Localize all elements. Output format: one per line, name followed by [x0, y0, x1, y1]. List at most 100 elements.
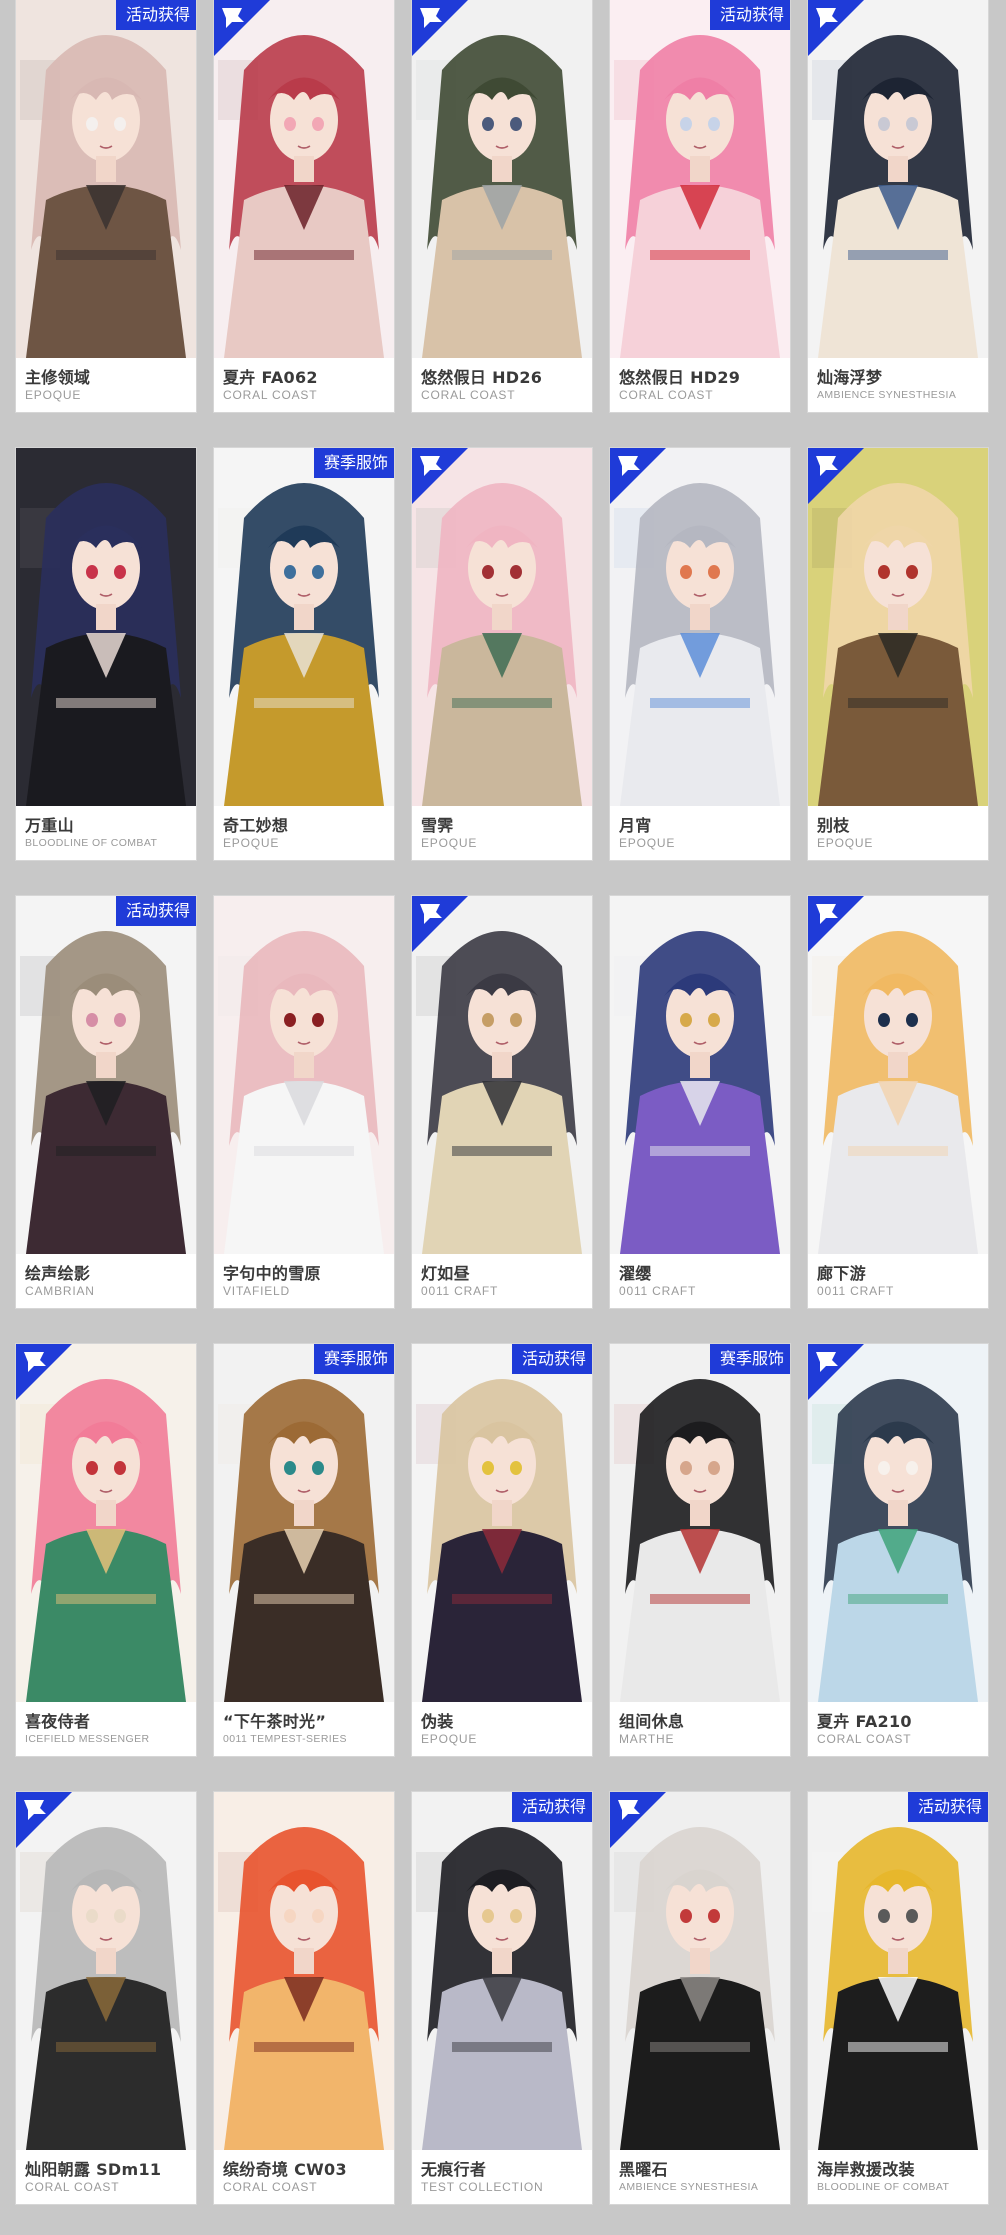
acquisition-badge: 赛季服饰	[709, 1344, 790, 1374]
skin-card[interactable]: 活动获得 绘声绘影 CAMBRIAN	[16, 896, 196, 1308]
skin-card[interactable]: 赛季服饰组间休息 MARTHE	[610, 1344, 790, 1756]
skin-gallery-grid: 活动获得 主修领域 EPOQUE 夏卉 FA062 CORAL COAST 悠然假日 HD…	[0, 0, 1006, 2235]
skin-caption: 组间休息 MARTHE	[610, 1702, 790, 1756]
skin-artwork	[412, 1792, 592, 2150]
skin-card[interactable]: 悠然假日 HD26 CORAL COAST	[412, 0, 592, 412]
skin-artwork	[808, 1792, 988, 2150]
skin-brand: ICEFIELD MESSENGER	[25, 1733, 150, 1745]
skin-name: 缤纷奇境 CW03	[223, 2160, 347, 2179]
skin-card[interactable]: 活动获得 无痕行者 TEST COLLECTION	[412, 1792, 592, 2204]
store-corner-icon	[412, 448, 468, 504]
skin-brand: 0011 CRAFT	[421, 1284, 499, 1298]
skin-name: 字句中的雪原	[223, 1264, 321, 1283]
skin-artwork	[214, 448, 394, 806]
skin-artwork	[610, 896, 790, 1254]
acquisition-badge: 活动获得	[511, 1344, 592, 1374]
skin-card[interactable]: 赛季服饰 奇工妙想 EPOQUE	[214, 448, 394, 860]
skin-caption: 月宵 EPOQUE	[610, 806, 790, 860]
skin-brand: EPOQUE	[421, 1732, 478, 1746]
skin-caption: 悠然假日 HD29 CORAL COAST	[610, 358, 790, 412]
skin-caption: 缤纷奇境 CW03 CORAL COAST	[214, 2150, 394, 2204]
skin-artwork	[214, 1792, 394, 2150]
skin-card[interactable]: 喜夜侍者 ICEFIELD MESSENGER	[16, 1344, 196, 1756]
store-corner-icon	[412, 0, 468, 56]
skin-caption: 字句中的雪原 VITAFIELD	[214, 1254, 394, 1308]
skin-caption: 伪装 EPOQUE	[412, 1702, 592, 1756]
skin-card[interactable]: 活动获得伪装 EPOQUE	[412, 1344, 592, 1756]
skin-name: 主修领域	[25, 368, 91, 387]
skin-card[interactable]: 濯缨 0011 CRAFT	[610, 896, 790, 1308]
skin-artwork	[16, 0, 196, 358]
store-corner-icon	[808, 0, 864, 56]
skin-brand: EPOQUE	[421, 836, 478, 850]
skin-caption: 灿海浮梦 AMBIENCE SYNESTHESIA	[808, 358, 988, 412]
skin-name: “下午茶时光”	[223, 1712, 327, 1731]
skin-name: 雪霁	[421, 816, 454, 835]
skin-card[interactable]: 夏卉 FA210 CORAL COAST	[808, 1344, 988, 1756]
skin-card[interactable]: 夏卉 FA062 CORAL COAST	[214, 0, 394, 412]
skin-brand: 0011 TEMPEST-SERIES	[223, 1733, 347, 1745]
skin-name: 灿海浮梦	[817, 368, 883, 387]
store-corner-icon	[808, 448, 864, 504]
store-corner-icon	[808, 896, 864, 952]
acquisition-badge: 活动获得	[115, 0, 196, 30]
skin-card[interactable]: 赛季服饰 “下午茶时光” 0011 TEMPEST-SERIES	[214, 1344, 394, 1756]
skin-name: 组间休息	[619, 1712, 685, 1731]
skin-card[interactable]: 灯如昼 0011 CRAFT	[412, 896, 592, 1308]
skin-caption: 雪霁 EPOQUE	[412, 806, 592, 860]
skin-artwork	[610, 1344, 790, 1702]
skin-card[interactable]: 万重山 BLOODLINE OF COMBAT	[16, 448, 196, 860]
acquisition-badge: 赛季服饰	[313, 1344, 394, 1374]
skin-artwork	[610, 0, 790, 358]
skin-brand: CORAL COAST	[421, 388, 516, 402]
skin-name: 海岸救援改装	[817, 2160, 915, 2179]
skin-brand: CORAL COAST	[25, 2180, 120, 2194]
skin-card[interactable]: 雪霁 EPOQUE	[412, 448, 592, 860]
skin-card[interactable]: 缤纷奇境 CW03 CORAL COAST	[214, 1792, 394, 2204]
skin-name: 奇工妙想	[223, 816, 289, 835]
skin-card[interactable]: 灿海浮梦 AMBIENCE SYNESTHESIA	[808, 0, 988, 412]
skin-card[interactable]: 廊下游 0011 CRAFT	[808, 896, 988, 1308]
skin-caption: 无痕行者 TEST COLLECTION	[412, 2150, 592, 2204]
skin-caption: 绘声绘影 CAMBRIAN	[16, 1254, 196, 1308]
skin-caption: 万重山 BLOODLINE OF COMBAT	[16, 806, 196, 860]
skin-caption: 夏卉 FA062 CORAL COAST	[214, 358, 394, 412]
skin-card[interactable]: 月宵 EPOQUE	[610, 448, 790, 860]
skin-artwork	[214, 896, 394, 1254]
store-corner-icon	[16, 1792, 72, 1848]
skin-name: 悠然假日 HD26	[421, 368, 543, 387]
skin-artwork	[214, 1344, 394, 1702]
store-corner-icon	[214, 0, 270, 56]
skin-card[interactable]: 活动获得 海岸救援改装 BLOODLINE OF COMBAT	[808, 1792, 988, 2204]
skin-card[interactable]: 字句中的雪原 VITAFIELD	[214, 896, 394, 1308]
skin-brand: VITAFIELD	[223, 1284, 290, 1298]
skin-caption: 悠然假日 HD26 CORAL COAST	[412, 358, 592, 412]
skin-brand: 0011 CRAFT	[619, 1284, 697, 1298]
skin-brand: 0011 CRAFT	[817, 1284, 895, 1298]
store-corner-icon	[412, 896, 468, 952]
skin-caption: 黑曜石 AMBIENCE SYNESTHESIA	[610, 2150, 790, 2204]
store-corner-icon	[808, 1344, 864, 1400]
skin-name: 灿阳朝露 SDm11	[25, 2160, 162, 2179]
skin-card[interactable]: 黑曜石 AMBIENCE SYNESTHESIA	[610, 1792, 790, 2204]
skin-name: 绘声绘影	[25, 1264, 91, 1283]
skin-name: 别枝	[817, 816, 850, 835]
skin-caption: 喜夜侍者 ICEFIELD MESSENGER	[16, 1702, 196, 1756]
skin-brand: EPOQUE	[817, 836, 874, 850]
skin-caption: 灿阳朝露 SDm11 CORAL COAST	[16, 2150, 196, 2204]
skin-brand: MARTHE	[619, 1732, 675, 1746]
skin-caption: 别枝 EPOQUE	[808, 806, 988, 860]
skin-card[interactable]: 活动获得 悠然假日 HD29 CORAL COAST	[610, 0, 790, 412]
skin-name: 悠然假日 HD29	[619, 368, 741, 387]
skin-name: 万重山	[25, 816, 74, 835]
skin-name: 伪装	[421, 1712, 454, 1731]
skin-card[interactable]: 别枝 EPOQUE	[808, 448, 988, 860]
skin-brand: EPOQUE	[25, 388, 82, 402]
skin-caption: 主修领域 EPOQUE	[16, 358, 196, 412]
skin-card[interactable]: 灿阳朝露 SDm11 CORAL COAST	[16, 1792, 196, 2204]
skin-card[interactable]: 活动获得主修领域 EPOQUE	[16, 0, 196, 412]
skin-caption: 廊下游 0011 CRAFT	[808, 1254, 988, 1308]
skin-caption: “下午茶时光” 0011 TEMPEST-SERIES	[214, 1702, 394, 1756]
skin-brand: BLOODLINE OF COMBAT	[25, 837, 158, 849]
skin-brand: TEST COLLECTION	[421, 2180, 544, 2194]
